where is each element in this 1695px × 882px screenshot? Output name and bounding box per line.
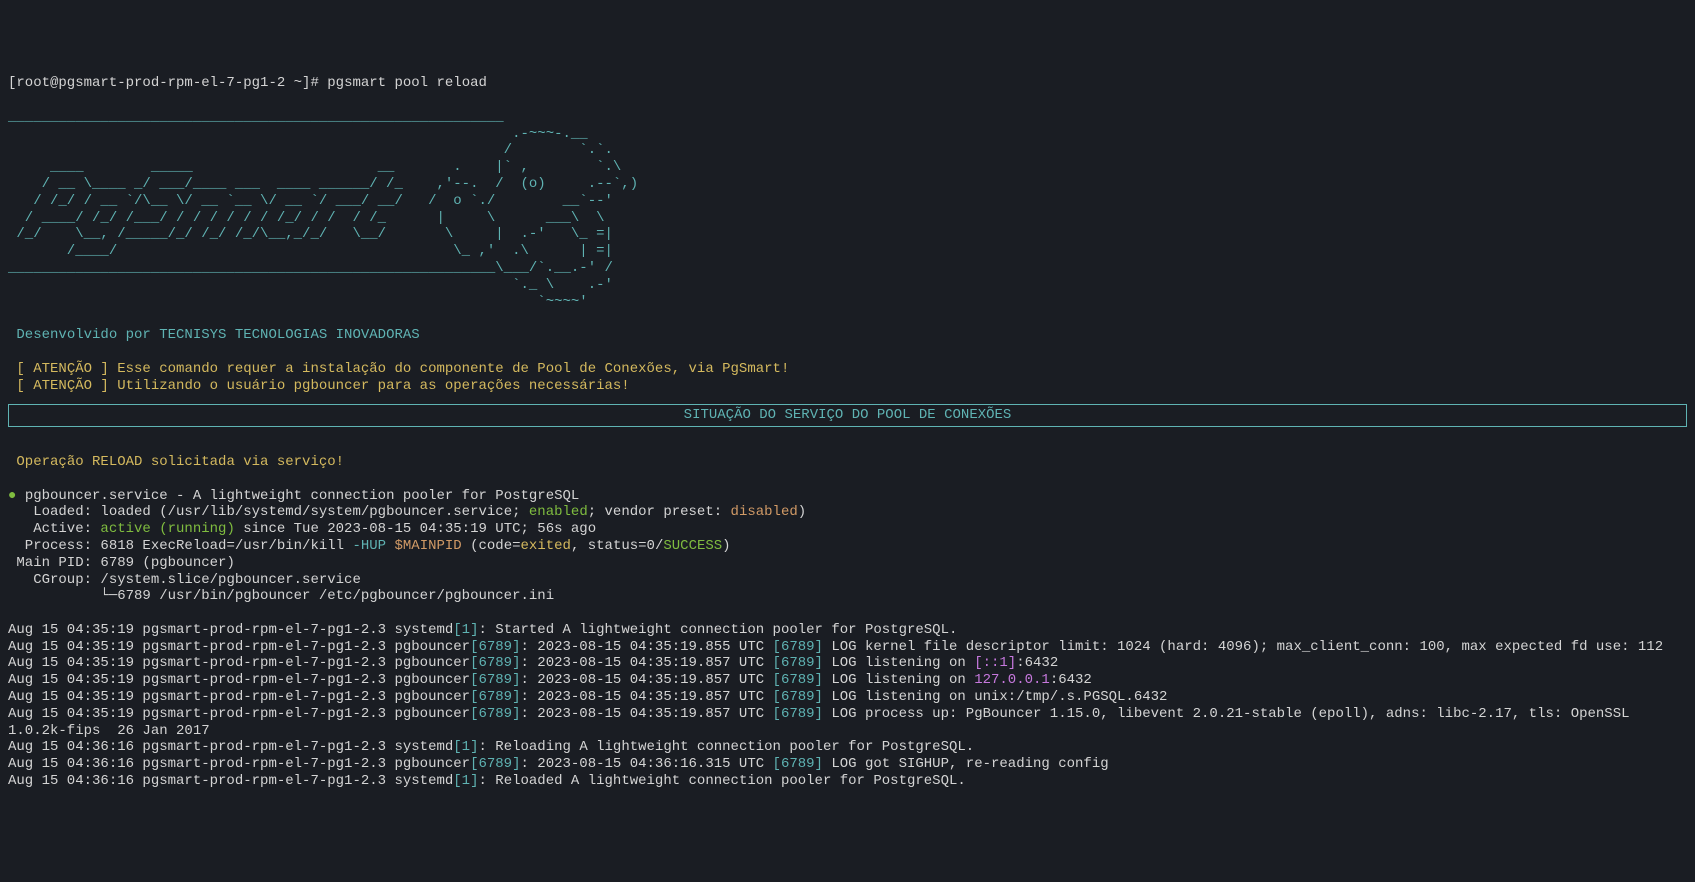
log-line-5: Aug 15 04:35:19 pgsmart-prod-rpm-el-7-pg… bbox=[8, 689, 1167, 705]
log-line-3: Aug 15 04:35:19 pgsmart-prod-rpm-el-7-pg… bbox=[8, 655, 1058, 671]
ascii-logo: ________________________________________… bbox=[8, 109, 638, 310]
terminal-output: [root@pgsmart-prod-rpm-el-7-pg1-2 ~]# pg… bbox=[8, 75, 1687, 790]
service-status-dot: ● bbox=[8, 488, 16, 504]
mainpid-line: Main PID: 6789 (pgbouncer) bbox=[8, 555, 235, 571]
reload-message: Operação RELOAD solicitada via serviço! bbox=[16, 454, 344, 470]
log-line-8: Aug 15 04:36:16 pgsmart-prod-rpm-el-7-pg… bbox=[8, 756, 1109, 772]
service-name: pgbouncer.service - A lightweight connec… bbox=[25, 488, 580, 504]
shell-prompt[interactable]: [root@pgsmart-prod-rpm-el-7-pg1-2 ~]# pg… bbox=[8, 75, 487, 91]
log-line-4: Aug 15 04:35:19 pgsmart-prod-rpm-el-7-pg… bbox=[8, 672, 1092, 688]
cgroup-sub-line: └─6789 /usr/bin/pgbouncer /etc/pgbouncer… bbox=[8, 588, 554, 604]
attention-1: [ ATENÇÃO ] Esse comando requer a instal… bbox=[16, 361, 789, 377]
loaded-line: Loaded: loaded (/usr/lib/systemd/system/… bbox=[8, 504, 806, 520]
log-line-7: Aug 15 04:36:16 pgsmart-prod-rpm-el-7-pg… bbox=[8, 739, 974, 755]
log-line-6: Aug 15 04:35:19 pgsmart-prod-rpm-el-7-pg… bbox=[8, 706, 1638, 739]
status-header-box: SITUAÇÃO DO SERVIÇO DO POOL DE CONEXÕES bbox=[8, 404, 1687, 427]
process-line: Process: 6818 ExecReload=/usr/bin/kill -… bbox=[8, 538, 731, 554]
developed-by: Desenvolvido por TECNISYS TECNOLOGIAS IN… bbox=[16, 327, 419, 343]
log-line-2: Aug 15 04:35:19 pgsmart-prod-rpm-el-7-pg… bbox=[8, 639, 1663, 655]
log-line-9: Aug 15 04:36:16 pgsmart-prod-rpm-el-7-pg… bbox=[8, 773, 966, 789]
cgroup-line: CGroup: /system.slice/pgbouncer.service bbox=[8, 572, 361, 588]
log-line-1: Aug 15 04:35:19 pgsmart-prod-rpm-el-7-pg… bbox=[8, 622, 957, 638]
active-line: Active: active (running) since Tue 2023-… bbox=[8, 521, 596, 537]
attention-2: [ ATENÇÃO ] Utilizando o usuário pgbounc… bbox=[16, 378, 629, 394]
